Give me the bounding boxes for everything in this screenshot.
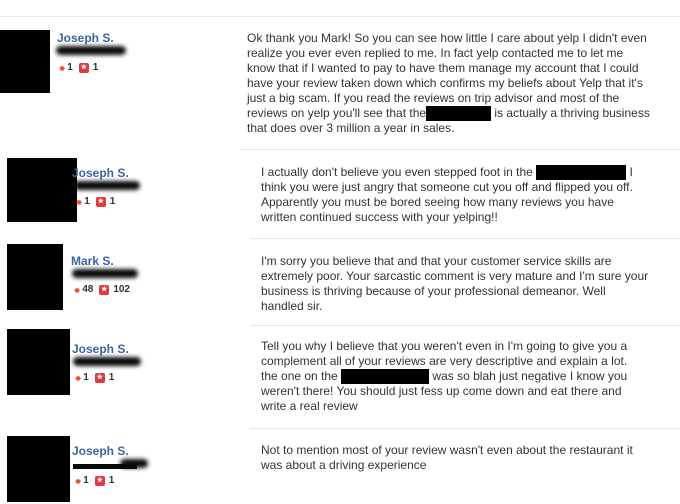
comment-text: I actually don't believe you even steppe… (261, 165, 637, 225)
avatar[interactable] (7, 436, 70, 502)
user-name[interactable]: Mark S. (71, 254, 114, 268)
friends-icon: ♦♦ (75, 475, 81, 486)
redacted-location (56, 46, 126, 55)
review-count: 1 (109, 196, 116, 207)
friend-count: 1 (84, 196, 90, 207)
friends-icon: ♦♦ (76, 196, 82, 207)
friend-count: 1 (67, 62, 73, 73)
redacted-location (74, 181, 140, 190)
user-stats: ♦♦ 1 ★ 1 (75, 372, 114, 383)
avatar[interactable] (7, 329, 70, 395)
redaction-block (426, 106, 492, 121)
avatar[interactable] (7, 244, 63, 310)
user-stats: ♦♦ 48 ★ 102 (74, 284, 130, 295)
comment-text: Not to mention most of your review wasn'… (261, 443, 633, 472)
user-stats: ♦♦ 1 ★ 1 (76, 196, 115, 207)
user-name[interactable]: Joseph S. (72, 342, 129, 356)
friends-icon: ♦♦ (75, 372, 81, 383)
review-star-icon: ★ (94, 475, 105, 486)
user-name[interactable]: Joseph S. (57, 31, 114, 45)
review-star-icon: ★ (95, 196, 106, 207)
review-star-icon: ★ (78, 62, 89, 73)
divider (240, 149, 680, 150)
divider (250, 238, 680, 239)
review-count: 1 (92, 62, 99, 73)
redacted-location-blur (120, 459, 148, 468)
user-stats: ♦♦ 1 ★ 1 (75, 475, 114, 486)
review-star-icon: ★ (94, 372, 105, 383)
friend-count: 1 (83, 475, 89, 486)
redacted-location (73, 357, 141, 366)
review-count: 1 (108, 372, 115, 383)
user-name[interactable]: Joseph S. (72, 166, 129, 180)
user-stats: ♦♦ 1 ★ 1 (59, 62, 98, 73)
avatar[interactable] (7, 158, 77, 222)
comment-text: Ok thank you Mark! So you can see how li… (247, 31, 652, 136)
divider (250, 325, 680, 326)
user-name[interactable]: Joseph S. (72, 444, 129, 458)
top-divider (0, 16, 680, 17)
redacted-location (72, 269, 138, 278)
avatar[interactable] (0, 30, 50, 93)
redaction-block (341, 369, 430, 384)
friends-icon: ♦♦ (74, 284, 80, 295)
comment-text-part: I actually don't believe you even steppe… (261, 165, 533, 179)
review-count: 1 (108, 475, 115, 486)
review-star-icon: ★ (99, 284, 110, 295)
friend-count: 48 (82, 284, 94, 295)
friends-icon: ♦♦ (59, 62, 65, 73)
friend-count: 1 (83, 372, 89, 383)
comment-text: I'm sorry you believe that and that your… (261, 254, 649, 313)
comment-text: Tell you why I believe that you weren't … (261, 339, 641, 414)
review-count: 102 (113, 284, 130, 295)
redaction-block (536, 165, 627, 180)
divider (250, 428, 680, 429)
